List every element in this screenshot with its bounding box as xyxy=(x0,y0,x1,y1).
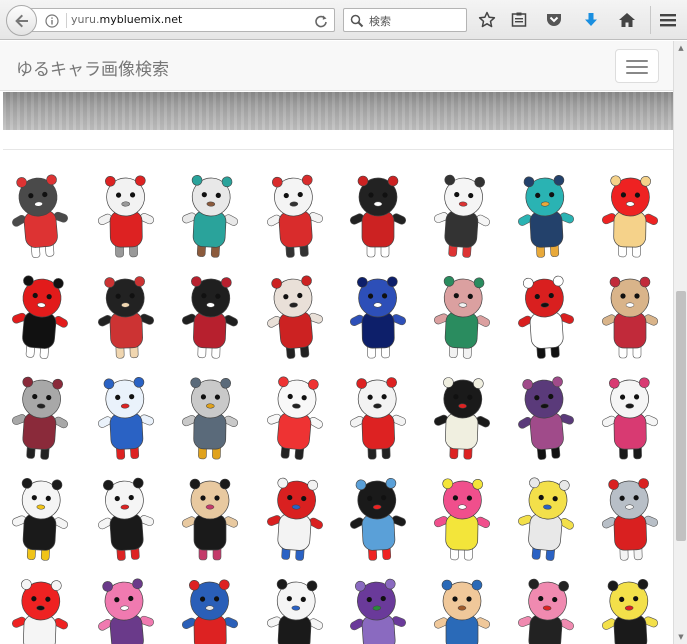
character-image-egg-yellow-body[interactable] xyxy=(506,468,586,566)
character-image-tuxedo-robot[interactable] xyxy=(86,468,166,566)
pocket-icon[interactable] xyxy=(543,9,565,31)
character-image-kimono-doll-sword[interactable] xyxy=(506,367,586,465)
character-image-samurai-girl[interactable] xyxy=(255,266,335,364)
character-image-pink-gown-character[interactable] xyxy=(422,266,502,364)
character-image-teal-ghost-cap[interactable] xyxy=(506,165,586,263)
character-image-black-and-white-bears[interactable] xyxy=(422,367,502,465)
reading-list-icon[interactable] xyxy=(508,9,530,31)
hero-image-strip xyxy=(3,92,673,130)
navbar-toggle-button[interactable] xyxy=(615,49,659,83)
bookmark-star-icon[interactable] xyxy=(476,9,498,31)
character-image-boy-with-cap[interactable] xyxy=(422,569,502,644)
url-separator xyxy=(66,13,67,28)
menu-icon[interactable] xyxy=(657,9,679,31)
character-image-geisha-panda-flower[interactable] xyxy=(590,367,670,465)
character-image-cow-boy[interactable] xyxy=(422,165,502,263)
scroll-thumb[interactable] xyxy=(676,291,686,541)
character-image-pink-pig-bike[interactable] xyxy=(506,569,586,644)
toolbar-divider xyxy=(650,6,651,34)
character-image-cow-character[interactable] xyxy=(255,569,335,644)
character-image-white-rabbit-fork[interactable] xyxy=(255,367,335,465)
character-image-red-robot[interactable] xyxy=(255,468,335,566)
scroll-up-arrow-icon[interactable]: ▲ xyxy=(675,41,687,55)
character-image-crown-bear-cape[interactable] xyxy=(86,367,166,465)
character-image-grey-cat-kimono[interactable] xyxy=(0,367,80,465)
character-image-purple-eggplants[interactable] xyxy=(338,569,418,644)
character-image-egg-sailor[interactable] xyxy=(338,367,418,465)
search-placeholder: 検索 xyxy=(369,15,391,28)
url-text[interactable]: yuru.mybluemix.net xyxy=(71,13,182,26)
search-bar[interactable]: 検索 xyxy=(343,8,467,32)
character-image-red-hood-girl[interactable] xyxy=(590,165,670,263)
url-prefix: yuru. xyxy=(71,13,100,26)
character-image-red-rooster[interactable] xyxy=(0,569,80,644)
character-image-panda-yellow-collar[interactable] xyxy=(0,468,80,566)
page-content: ゆるキャラ画像検索 xyxy=(0,41,673,644)
character-image-red-cat-black-shirt[interactable] xyxy=(0,266,80,364)
reload-icon[interactable] xyxy=(314,13,328,32)
site-brand[interactable]: ゆるキャラ画像検索 xyxy=(16,55,169,80)
character-image-bear-glasses[interactable] xyxy=(0,165,80,263)
vertical-scrollbar[interactable]: ▲ ▼ xyxy=(673,41,687,644)
character-image-pink-dog-purple[interactable] xyxy=(86,569,166,644)
character-image-yellow-kabuki[interactable] xyxy=(590,569,670,644)
download-icon[interactable] xyxy=(580,9,602,31)
search-icon xyxy=(350,13,364,32)
back-button[interactable] xyxy=(6,5,37,36)
character-image-red-ninja-cat[interactable] xyxy=(506,266,586,364)
character-image-blue-train[interactable] xyxy=(338,266,418,364)
site-navbar: ゆるキャラ画像検索 xyxy=(0,41,673,91)
url-domain: mybluemix.net xyxy=(99,13,183,26)
info-icon[interactable] xyxy=(45,13,59,32)
scroll-down-arrow-icon[interactable]: ▼ xyxy=(675,630,687,644)
character-image-tall-grey-head[interactable] xyxy=(170,367,250,465)
hamburger-line xyxy=(626,72,648,74)
browser-toolbar: yuru.mybluemix.net 検索 xyxy=(0,0,687,40)
character-image-black-bird-blue-beak[interactable] xyxy=(338,468,418,566)
back-arrow-icon xyxy=(14,14,28,27)
character-image-pink-fox-yellow[interactable] xyxy=(422,468,502,566)
character-image-white-bear-red-scarf[interactable] xyxy=(86,165,166,263)
character-image-black-white-dog[interactable] xyxy=(170,266,250,364)
character-image-santa-gnome[interactable] xyxy=(255,165,335,263)
divider xyxy=(3,149,673,150)
url-bar[interactable]: yuru.mybluemix.net xyxy=(30,8,335,32)
character-image-grey-penguin-red[interactable] xyxy=(590,468,670,566)
hamburger-line xyxy=(626,60,648,62)
character-image-hat-character-blue[interactable] xyxy=(170,165,250,263)
character-image-long-hair-girl-kimono[interactable] xyxy=(170,468,250,566)
character-image-blue-robot-red[interactable] xyxy=(170,569,250,644)
character-image-dark-blob-glasses[interactable] xyxy=(86,266,166,364)
character-image-black-battery[interactable] xyxy=(338,165,418,263)
home-icon[interactable] xyxy=(616,9,638,31)
character-image-tan-doll-red-dress[interactable] xyxy=(590,266,670,364)
hamburger-line xyxy=(626,66,648,68)
